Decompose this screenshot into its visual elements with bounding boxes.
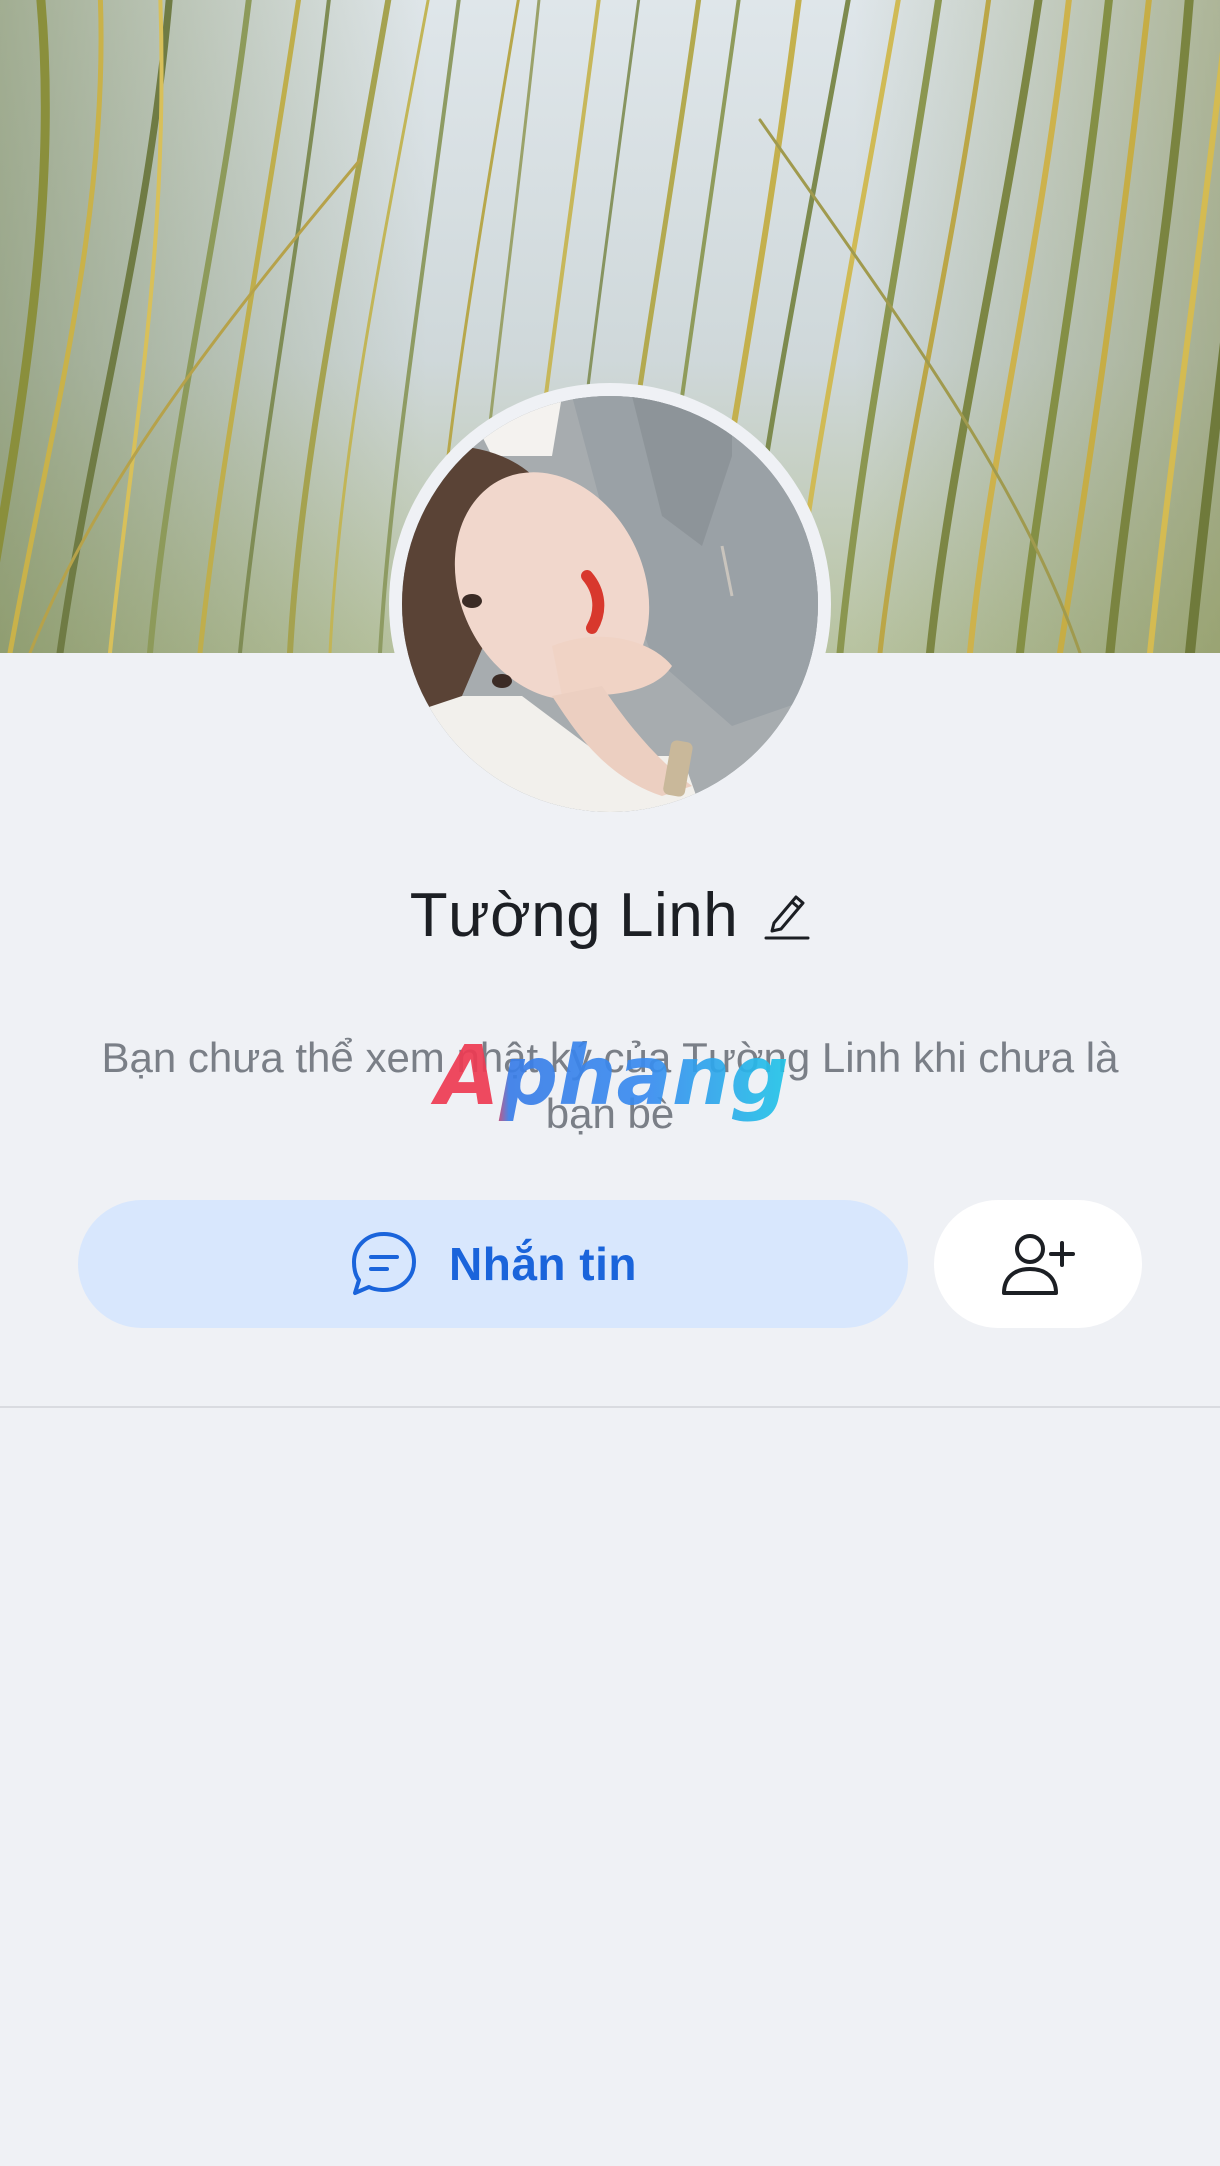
watermark-logo: Aphang <box>430 1034 789 1124</box>
pencil-edit-icon[interactable] <box>764 889 810 941</box>
message-button[interactable]: Nhắn tin <box>78 1200 908 1328</box>
profile-page: Tường Linh Bạn chưa thể xem nhật ký của … <box>0 0 1220 2166</box>
chat-bubble-icon <box>349 1229 419 1299</box>
profile-name: Tường Linh <box>409 880 739 950</box>
avatar-photo <box>402 396 818 812</box>
section-divider <box>0 1406 1220 1408</box>
avatar[interactable] <box>402 396 818 812</box>
add-friend-button[interactable] <box>934 1200 1142 1328</box>
add-friend-icon <box>1000 1229 1076 1299</box>
message-button-label: Nhắn tin <box>449 1238 637 1290</box>
profile-name-row: Tường Linh <box>0 872 1220 958</box>
svg-text:Aphang: Aphang <box>430 1034 789 1124</box>
